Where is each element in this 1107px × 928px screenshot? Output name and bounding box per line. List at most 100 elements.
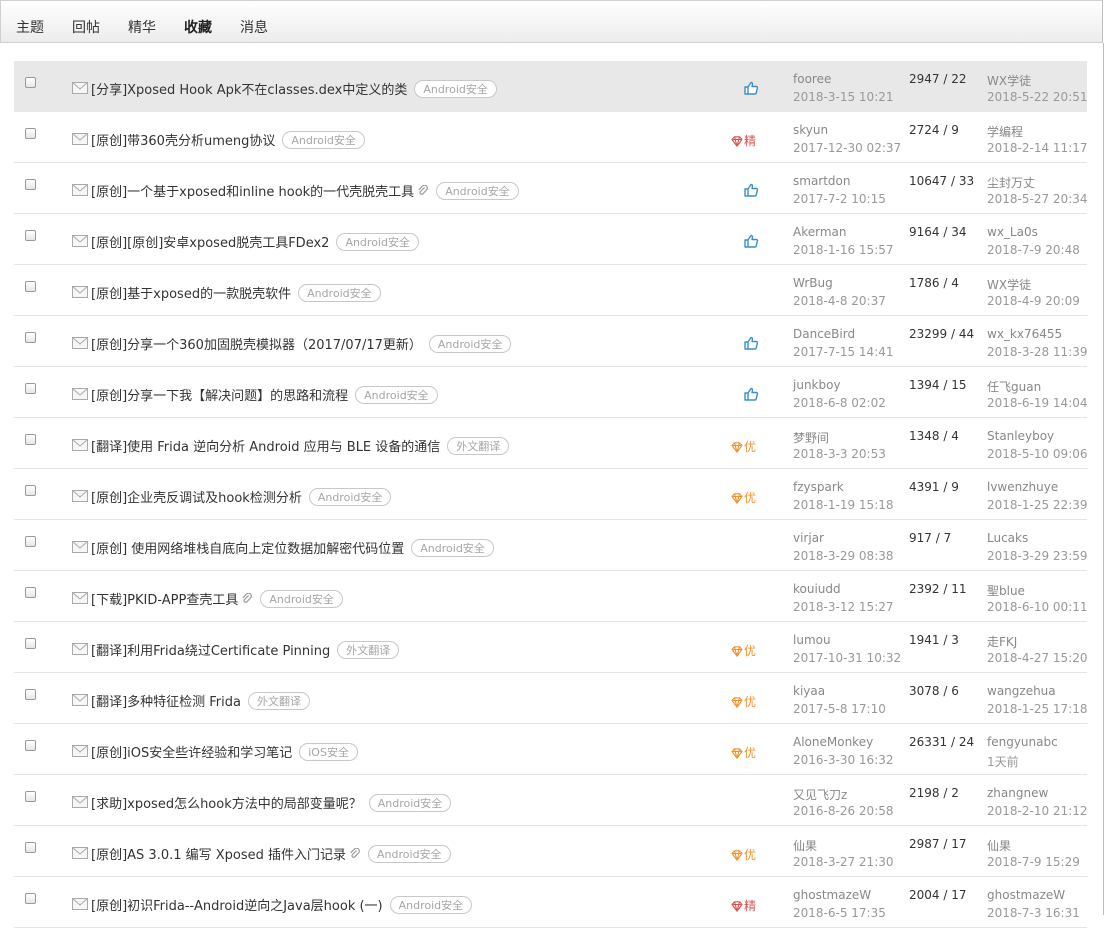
category-tag[interactable]: 外文翻译 <box>447 437 510 455</box>
last-replier[interactable]: 任飞guan <box>987 378 1041 395</box>
select-checkbox[interactable] <box>25 383 36 394</box>
category-tag[interactable]: iOS安全 <box>299 743 358 761</box>
select-checkbox[interactable] <box>25 587 36 598</box>
select-checkbox[interactable] <box>25 485 36 496</box>
thread-title-link[interactable]: [原创] 使用网络堆栈自底向上定位数据加解密代码位置 Android安全 <box>91 538 494 557</box>
category-tag[interactable]: Android安全 <box>389 896 473 914</box>
author-name[interactable]: junkboy <box>793 378 841 392</box>
last-replier[interactable]: ghostmazeW <box>987 888 1065 902</box>
envelope-icon <box>72 286 88 298</box>
thread-title: [求助]xposed怎么hook方法中的局部变量呢？ <box>91 797 362 812</box>
thread-title-link[interactable]: [翻译]利用Frida绕过Certificate Pinning 外文翻译 <box>91 640 400 659</box>
tab-replies[interactable]: 回帖 <box>72 17 100 37</box>
top-nav-bar: 主题 回帖 精华 收藏 消息 <box>0 0 1103 43</box>
select-checkbox[interactable] <box>25 434 36 445</box>
select-checkbox[interactable] <box>25 689 36 700</box>
last-replier[interactable]: 走FKJ <box>987 633 1017 650</box>
author-name[interactable]: fzyspark <box>793 480 844 494</box>
category-tag[interactable]: Android安全 <box>355 386 438 404</box>
select-checkbox[interactable] <box>25 332 36 343</box>
author-name[interactable]: WrBug <box>793 276 833 290</box>
last-replier[interactable]: Lucaks <box>987 531 1028 545</box>
category-tag[interactable]: Android安全 <box>336 233 419 251</box>
last-replier[interactable]: wx_kx76455 <box>987 327 1062 341</box>
last-replier[interactable]: wx_La0s <box>987 225 1038 239</box>
tab-essence[interactable]: 精华 <box>128 17 156 37</box>
last-replier[interactable]: 仙果 <box>987 837 1011 854</box>
thread-title-link[interactable]: [翻译]使用 Frida 逆向分析 Android 应用与 BLE 设备的通信外… <box>91 436 510 455</box>
thread-title-link[interactable]: [原创]分享一个360加固脱壳模拟器（2017/07/17更新） Android安… <box>91 334 512 353</box>
category-tag[interactable]: Android安全 <box>308 488 392 506</box>
author-name[interactable]: 又见飞刀z <box>793 786 847 803</box>
select-checkbox[interactable] <box>25 638 36 649</box>
thread-title-link[interactable]: [下载]PKID-APP查壳工具 Android安全 <box>91 589 343 608</box>
category-tag[interactable]: Android安全 <box>436 182 519 200</box>
select-checkbox[interactable] <box>25 230 36 241</box>
category-tag[interactable]: Android安全 <box>411 539 494 557</box>
author-name[interactable]: virjar <box>793 531 824 545</box>
select-checkbox[interactable] <box>25 740 36 751</box>
author-name[interactable]: lumou <box>793 633 831 647</box>
select-checkbox[interactable] <box>25 791 36 802</box>
thread-title-link[interactable]: [原创]AS 3.0.1 编写 Xposed 插件入门记录 Android安全 <box>91 844 451 863</box>
author-name[interactable]: smartdon <box>793 174 851 188</box>
tab-topics[interactable]: 主题 <box>16 17 44 37</box>
thread-title-link[interactable]: [原创]基于xposed的一款脱壳软件 Android安全 <box>91 283 381 302</box>
select-checkbox[interactable] <box>25 281 36 292</box>
category-tag[interactable]: Android安全 <box>368 794 452 812</box>
thread-title-link[interactable]: [原创]分享一下我【解决问题】的思路和流程 Android安全 <box>91 385 438 404</box>
last-replier[interactable]: wangzehua <box>987 684 1056 698</box>
author-name[interactable]: 梦野间 <box>793 429 829 446</box>
last-replier[interactable]: 尘封万丈 <box>987 174 1035 191</box>
category-tag[interactable]: Android安全 <box>260 590 343 608</box>
author-name[interactable]: skyun <box>793 123 828 137</box>
post-date: 2018-4-8 20:37 <box>793 294 886 308</box>
author-name[interactable]: ghostmazeW <box>793 888 871 902</box>
author-name[interactable]: DanceBird <box>793 327 855 341</box>
tab-messages[interactable]: 消息 <box>240 17 268 37</box>
envelope-icon <box>72 898 88 910</box>
last-replier[interactable]: WX学徒 <box>987 72 1031 89</box>
thread-title-link[interactable]: [原创]iOS安全些许经验和学习笔记 iOS安全 <box>91 742 358 761</box>
last-replier[interactable]: 聖blue <box>987 582 1025 599</box>
category-tag[interactable]: Android安全 <box>428 335 512 353</box>
thread-title: [原创][原创]安卓xposed脱壳工具FDex2 <box>91 236 330 251</box>
author-name[interactable]: 仙果 <box>793 837 817 854</box>
last-replier[interactable]: zhangnew <box>987 786 1048 800</box>
select-checkbox[interactable] <box>25 842 36 853</box>
author-name[interactable]: fooree <box>793 72 831 86</box>
author-name[interactable]: kouiudd <box>793 582 841 596</box>
thread-title-link[interactable]: [原创]一个基于xposed和inline hook的一代壳脱壳工具 Androi… <box>91 181 519 200</box>
last-replier[interactable]: Stanleyboy <box>987 429 1054 443</box>
select-checkbox[interactable] <box>25 893 36 904</box>
select-checkbox[interactable] <box>25 536 36 547</box>
last-replier[interactable]: 学编程 <box>987 123 1023 140</box>
last-replier[interactable]: lvwenzhuye <box>987 480 1058 494</box>
category-tag[interactable]: Android安全 <box>298 284 381 302</box>
last-replier[interactable]: WX学徒 <box>987 276 1031 293</box>
thread-title: [原创]初识Frida--Android逆向之Java层hook (一) <box>91 899 383 914</box>
author-name[interactable]: kiyaa <box>793 684 825 698</box>
thread-title-link[interactable]: [翻译]多种特征检测 Frida 外文翻译 <box>91 691 310 710</box>
thread-title-link[interactable]: [原创]带360壳分析umeng协议 Android安全 <box>91 130 365 149</box>
category-tag[interactable]: Android安全 <box>368 845 451 863</box>
select-checkbox[interactable] <box>25 128 36 139</box>
view-reply-count: 10647 / 33 <box>909 174 975 188</box>
category-tag[interactable]: 外文翻译 <box>247 692 310 710</box>
select-checkbox[interactable] <box>25 179 36 190</box>
thread-title-link[interactable]: [原创]初识Frida--Android逆向之Java层hook (一) Andr… <box>91 895 473 914</box>
thread-title-link[interactable]: [原创]企业壳反调试及hook检测分析 Android安全 <box>91 487 392 506</box>
author-name[interactable]: Akerman <box>793 225 846 239</box>
category-tag[interactable]: Android安全 <box>414 80 497 98</box>
last-replier[interactable]: fengyunabc <box>987 735 1058 749</box>
thread-title-link[interactable]: [分享]Xposed Hook Apk不在classes.dex中定义的类 And… <box>91 79 497 98</box>
thread-title-link[interactable]: [求助]xposed怎么hook方法中的局部变量呢？ Android安全 <box>91 793 452 812</box>
envelope-icon <box>72 184 88 196</box>
thread-title-link[interactable]: [原创][原创]安卓xposed脱壳工具FDex2 Android安全 <box>91 232 419 251</box>
last-reply-date: 2018-5-22 20:51 <box>987 90 1088 104</box>
category-tag[interactable]: Android安全 <box>282 131 365 149</box>
tab-favorites[interactable]: 收藏 <box>184 17 212 37</box>
author-name[interactable]: AloneMonkey <box>793 735 873 749</box>
select-checkbox[interactable] <box>25 77 36 88</box>
category-tag[interactable]: 外文翻译 <box>337 641 400 659</box>
